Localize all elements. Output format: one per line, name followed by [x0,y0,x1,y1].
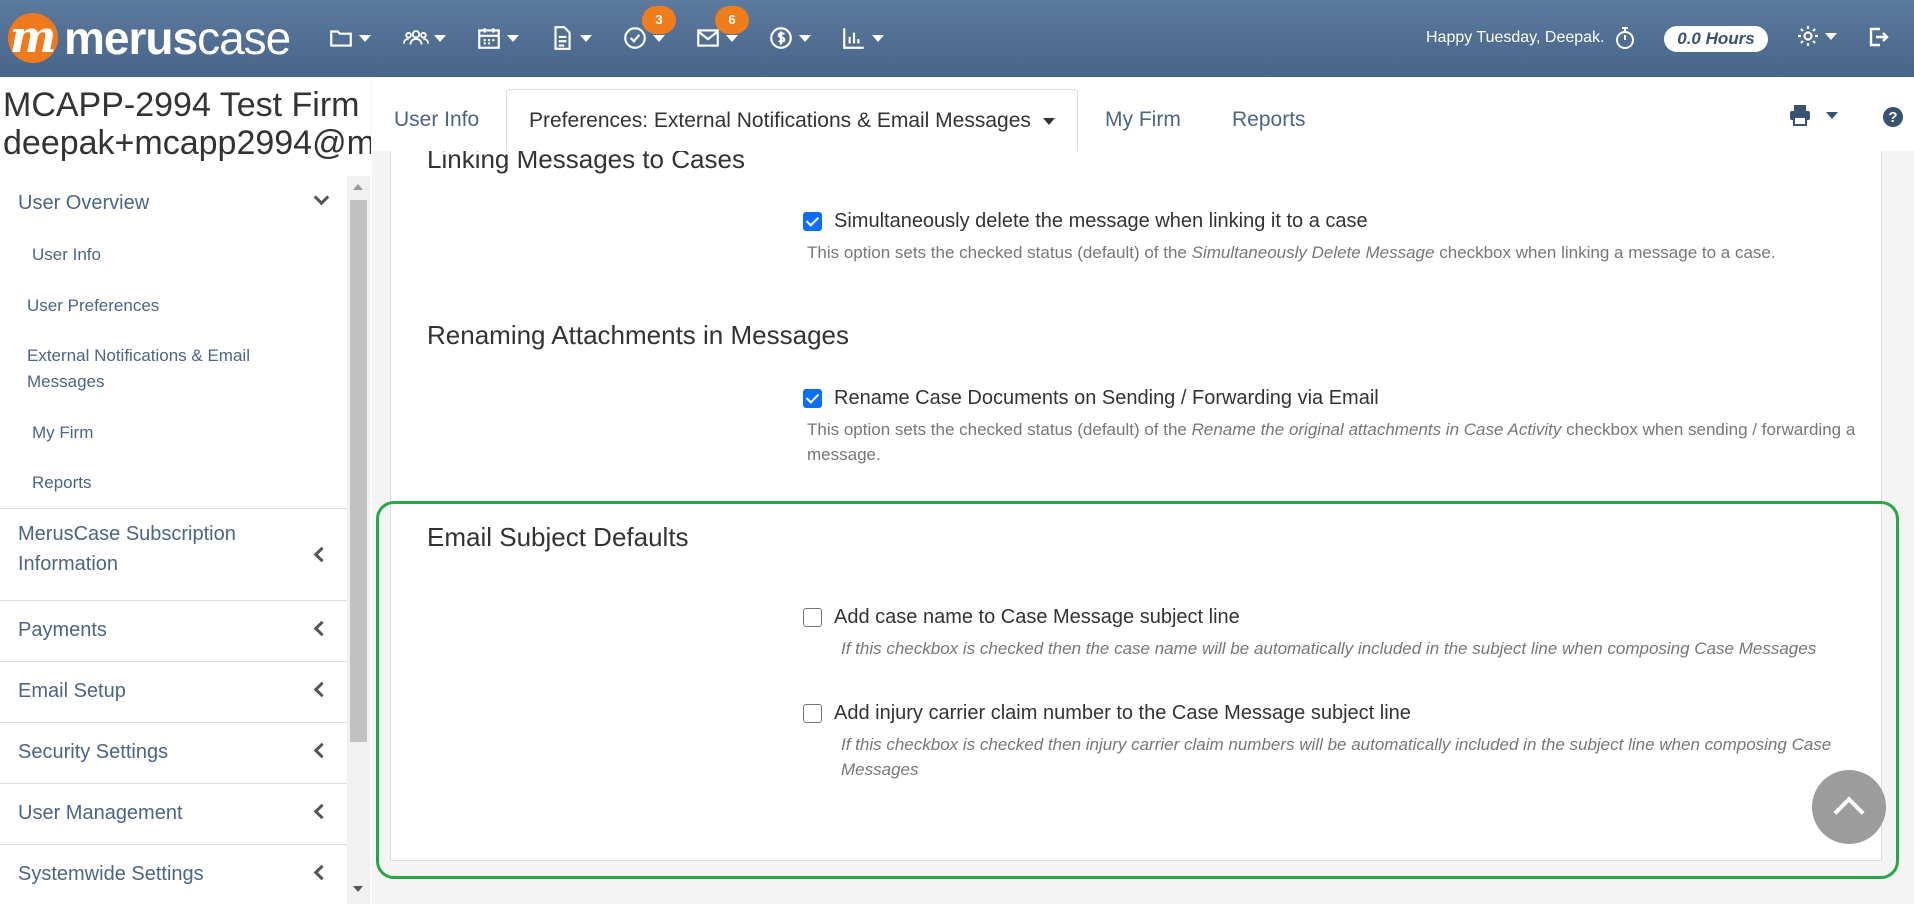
logo-mark: m [8,12,58,63]
logo-wordmark: meruscase [64,12,291,64]
document-icon [554,26,571,50]
users-menu[interactable] [403,20,446,56]
sidebar-scrollbar[interactable] [347,176,370,904]
sidebar-group-email-setup[interactable]: Email Setup [0,661,347,722]
sidebar-group-user-management[interactable]: User Management [0,783,347,844]
tab-preferences-label: Preferences: External Notifications & Em… [529,109,1031,132]
scroll-thumb[interactable] [350,200,367,742]
sidebar-group-subscription[interactable]: MerusCase Subscription Information [0,508,347,600]
scroll-down-arrow[interactable] [353,886,363,892]
chevron-down-icon [1042,117,1055,125]
scroll-to-top-button[interactable] [1812,770,1886,844]
billing-icon [770,27,792,49]
calendar-menu[interactable] [476,20,519,56]
checkbox-delete-on-link[interactable] [803,212,822,231]
tab-reports[interactable]: Reports [1232,89,1306,151]
question-circle-icon: ? [1883,107,1903,127]
logout-icon [1869,27,1889,47]
help-text-add-case-name: If this checkbox is checked then the cas… [841,639,1817,658]
sidebar-item-user-preferences[interactable]: User Preferences [27,293,159,319]
sidebar-group-user-overview[interactable]: User Overview [18,188,149,218]
logout-button[interactable] [1866,25,1890,54]
top-navbar: m meruscase 3 6 Happy Tuesday, Deepak. 0… [0,0,1914,77]
chevron-left-icon [313,742,330,759]
billing-menu[interactable] [768,20,811,56]
svg-text:?: ? [1888,109,1897,126]
sidebar-group-security[interactable]: Security Settings [0,722,347,783]
chevron-down-icon [313,189,330,206]
tab-preferences[interactable]: Preferences: External Notifications & Em… [506,89,1078,151]
mail-icon [697,29,719,47]
checkbox-add-claim-number[interactable] [803,704,822,723]
print-menu[interactable] [1788,104,1838,126]
scroll-up-arrow[interactable] [353,184,363,190]
sidebar-item-external-notifications[interactable]: External Notifications & Email Messages [27,343,297,395]
gear-icon [1798,26,1818,46]
option-label: Add injury carrier claim number to the C… [834,702,1411,724]
checkbox-add-case-name[interactable] [803,608,822,627]
reports-chart-icon [843,28,864,49]
calendar-icon [478,28,500,49]
sidebar-group-label: MerusCase Subscription Information [18,523,236,575]
greeting-text: Happy Tuesday, Deepak. [1426,29,1605,46]
timer-button[interactable] [1614,26,1636,55]
section-title-email-subject: Email Subject Defaults [427,522,689,552]
checkbox-rename-documents[interactable] [803,389,822,408]
tab-bar: User Info Preferences: External Notifica… [372,77,1914,151]
help-text-rename-documents: This option sets the checked status (def… [807,420,1856,464]
option-add-case-name[interactable]: Add case name to Case Message subject li… [803,606,1240,629]
firm-email: deepak+mcapp2994@merus [3,124,371,162]
option-label: Rename Case Documents on Sending / Forwa… [834,387,1379,409]
merus-logo[interactable]: m meruscase [8,12,291,64]
chevron-left-icon [313,803,330,820]
sidebar-group-label: Systemwide Settings [18,863,204,885]
section-title-renaming: Renaming Attachments in Messages [427,320,849,350]
nav-menu: 3 6 [328,6,884,56]
firm-name: MCAPP-2994 Test Firm [3,86,360,124]
sidebar-item-user-info[interactable]: User Info [32,242,101,268]
sidebar-group-label: Security Settings [18,741,169,763]
section-title-linking: Linking Messages to Cases [427,151,745,174]
option-label: Simultaneously delete the message when l… [834,210,1368,232]
sidebar-group-systemwide[interactable]: Systemwide Settings [0,844,347,904]
print-icon [1790,105,1810,126]
chevron-left-icon [313,546,330,563]
main-content: Linking Messages to Cases Simultaneously… [372,151,1914,904]
folder-icon [330,30,352,47]
help-text-add-claim-number: If this checkbox is checked then injury … [841,735,1832,779]
sidebar-group-label: Payments [18,619,107,641]
option-delete-on-link[interactable]: Simultaneously delete the message when l… [803,210,1368,233]
sidebar-group-payments[interactable]: Payments [0,600,347,661]
folder-menu[interactable] [328,20,371,56]
chevron-left-icon [313,864,330,881]
help-text-delete-on-link: This option sets the checked status (def… [807,243,1776,262]
tab-user-info[interactable]: User Info [394,89,479,151]
chevron-left-icon [313,681,330,698]
sidebar-group-label: User Management [18,802,183,824]
sidebar-item-my-firm[interactable]: My Firm [32,420,93,446]
hours-pill[interactable]: 0.0 Hours [1664,26,1768,52]
tasks-icon [624,27,646,49]
sidebar-group-label: Email Setup [18,680,126,702]
stopwatch-icon [1616,27,1634,49]
mail-badge: 6 [715,6,749,34]
sidebar: User Overview User Info User Preferences… [0,180,347,904]
settings-menu[interactable] [1796,24,1837,48]
mail-menu[interactable]: 6 [695,6,749,56]
help-button[interactable]: ? [1882,106,1904,133]
users-icon [403,30,429,45]
preferences-panel: Linking Messages to Cases Simultaneously… [390,151,1882,861]
tasks-menu[interactable]: 3 [622,6,676,56]
chevron-left-icon [313,620,330,637]
sidebar-item-reports[interactable]: Reports [32,470,92,496]
tab-my-firm[interactable]: My Firm [1105,89,1181,151]
option-add-claim-number[interactable]: Add injury carrier claim number to the C… [803,702,1411,725]
documents-menu[interactable] [549,20,592,56]
tasks-badge: 3 [642,6,676,34]
option-label: Add case name to Case Message subject li… [834,606,1240,628]
option-rename-documents[interactable]: Rename Case Documents on Sending / Forwa… [803,387,1379,410]
reports-menu[interactable] [841,20,884,56]
